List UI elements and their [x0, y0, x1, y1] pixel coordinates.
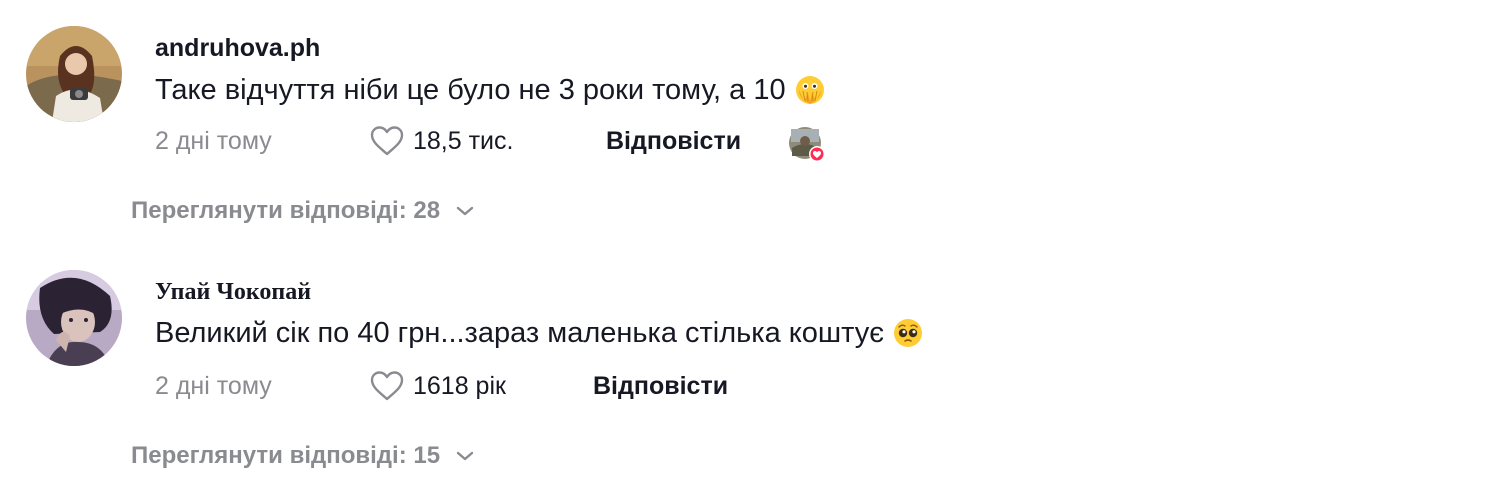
comment-date: 2 дні тому [155, 371, 272, 400]
like-count: 18,5 тис. [413, 126, 514, 155]
view-replies-button[interactable]: Переглянути відповіді: 28 [131, 197, 474, 225]
comment-text: Великий сік по 40 грн...зараз маленька с… [155, 315, 924, 351]
chevron-down-icon [456, 451, 474, 461]
like-count: 1618 рік [413, 371, 506, 400]
comment-text-body: Великий сік по 40 грн...зараз маленька с… [155, 316, 885, 349]
comment-meta: 2 дні тому 1618 рік Відповісти [155, 368, 855, 404]
face-with-hand-over-mouth-icon [794, 74, 826, 106]
heart-icon [370, 126, 404, 156]
reply-button[interactable]: Відповісти [593, 372, 728, 401]
comment-text: Таке відчуття ніби це було не 3 роки том… [155, 72, 826, 108]
comment-text-body: Таке відчуття ніби це було не 3 роки том… [155, 73, 786, 106]
chevron-down-icon [456, 206, 474, 216]
username[interactable]: Упай Чокопай [155, 279, 311, 306]
view-replies-label: Переглянути відповіді: 15 [131, 442, 441, 469]
avatar[interactable] [26, 26, 122, 122]
pleading-face-icon [892, 317, 924, 349]
like-button[interactable]: 1618 рік [369, 370, 506, 402]
like-button[interactable]: 18,5 тис. [369, 125, 513, 157]
creator-liked-badge [788, 126, 825, 162]
username[interactable]: andruhova.ph [155, 34, 320, 63]
reply-button[interactable]: Відповісти [606, 127, 741, 156]
comment-item: andruhova.ph Таке відчуття ніби це було … [0, 0, 1502, 245]
avatar[interactable] [26, 270, 122, 366]
heart-icon [370, 371, 404, 401]
comment-item: Упай Чокопай Великий сік по 40 грн...зар… [0, 245, 1502, 490]
view-replies-button[interactable]: Переглянути відповіді: 15 [131, 442, 474, 470]
comment-date: 2 дні тому [155, 126, 272, 155]
view-replies-label: Переглянути відповіді: 28 [131, 197, 441, 224]
comment-meta: 2 дні тому 18,5 тис. Відповісти [155, 123, 855, 162]
